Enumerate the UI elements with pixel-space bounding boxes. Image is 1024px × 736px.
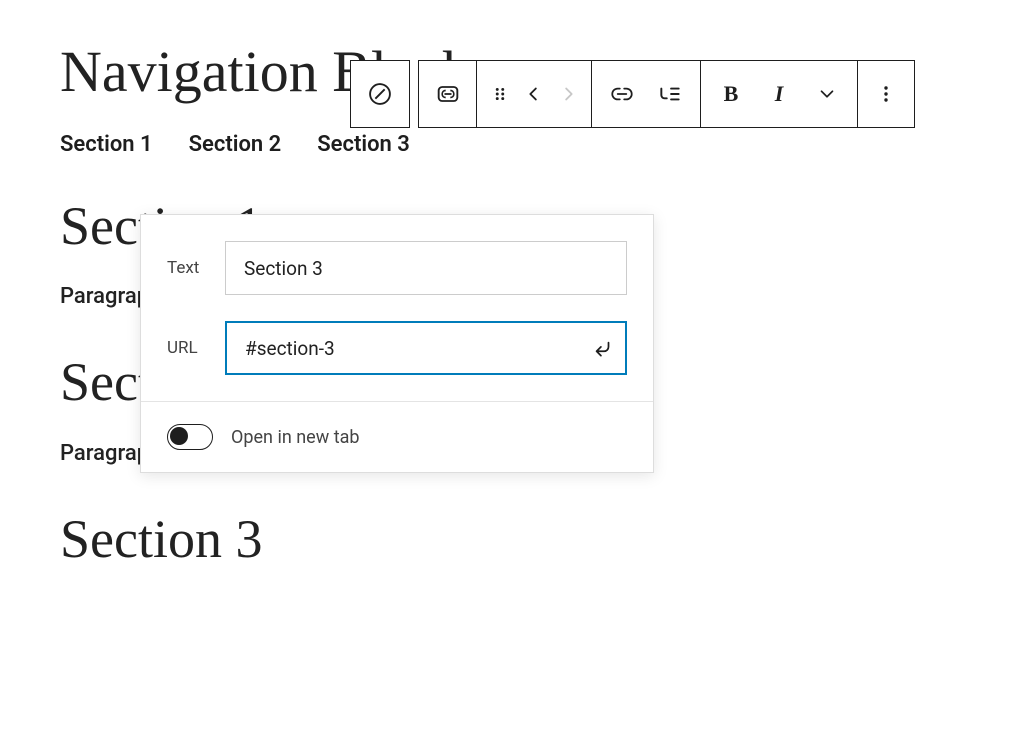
enter-icon (589, 335, 615, 361)
add-submenu-button[interactable] (646, 81, 694, 107)
link-text-input[interactable] (225, 241, 627, 295)
bold-icon: B (724, 81, 739, 107)
move-right-button (551, 83, 585, 105)
options-button[interactable] (858, 61, 914, 127)
italic-icon: I (775, 81, 784, 107)
nav-item-section-1[interactable]: Section 1 (60, 132, 153, 157)
link-url-input[interactable] (225, 321, 627, 375)
more-rich-text-button[interactable] (803, 83, 851, 105)
toggle-knob (170, 427, 188, 445)
submenu-icon (657, 81, 683, 107)
block-toolbar: B I (350, 60, 915, 128)
link-icon (609, 81, 635, 107)
nav-item-section-2[interactable]: Section 2 (189, 132, 282, 157)
link-block-icon (434, 80, 462, 108)
heading-section-3[interactable]: Section 3 (60, 510, 964, 569)
link-button[interactable] (598, 81, 646, 107)
block-type-button[interactable] (351, 61, 409, 127)
link-settings-popover: Text URL Open in new tab (140, 214, 654, 473)
open-new-tab-toggle[interactable] (167, 424, 213, 450)
open-new-tab-label: Open in new tab (231, 427, 360, 448)
navigation-link-icon (366, 80, 394, 108)
chevron-left-icon (523, 83, 545, 105)
drag-handle[interactable] (483, 83, 517, 105)
nav-item-section-3[interactable]: Section 3 (317, 132, 410, 157)
italic-button[interactable]: I (755, 81, 803, 107)
drag-icon (489, 83, 511, 105)
more-vertical-icon (874, 82, 898, 106)
submit-link-button[interactable] (589, 335, 615, 361)
navigation-block[interactable]: Section 1 Section 2 Section 3 (60, 132, 964, 157)
chevron-down-icon (816, 83, 838, 105)
select-parent-button[interactable] (419, 61, 477, 127)
move-left-button[interactable] (517, 83, 551, 105)
text-field-label: Text (167, 258, 225, 278)
bold-button[interactable]: B (707, 81, 755, 107)
url-field-label: URL (167, 338, 225, 358)
chevron-right-icon (557, 83, 579, 105)
